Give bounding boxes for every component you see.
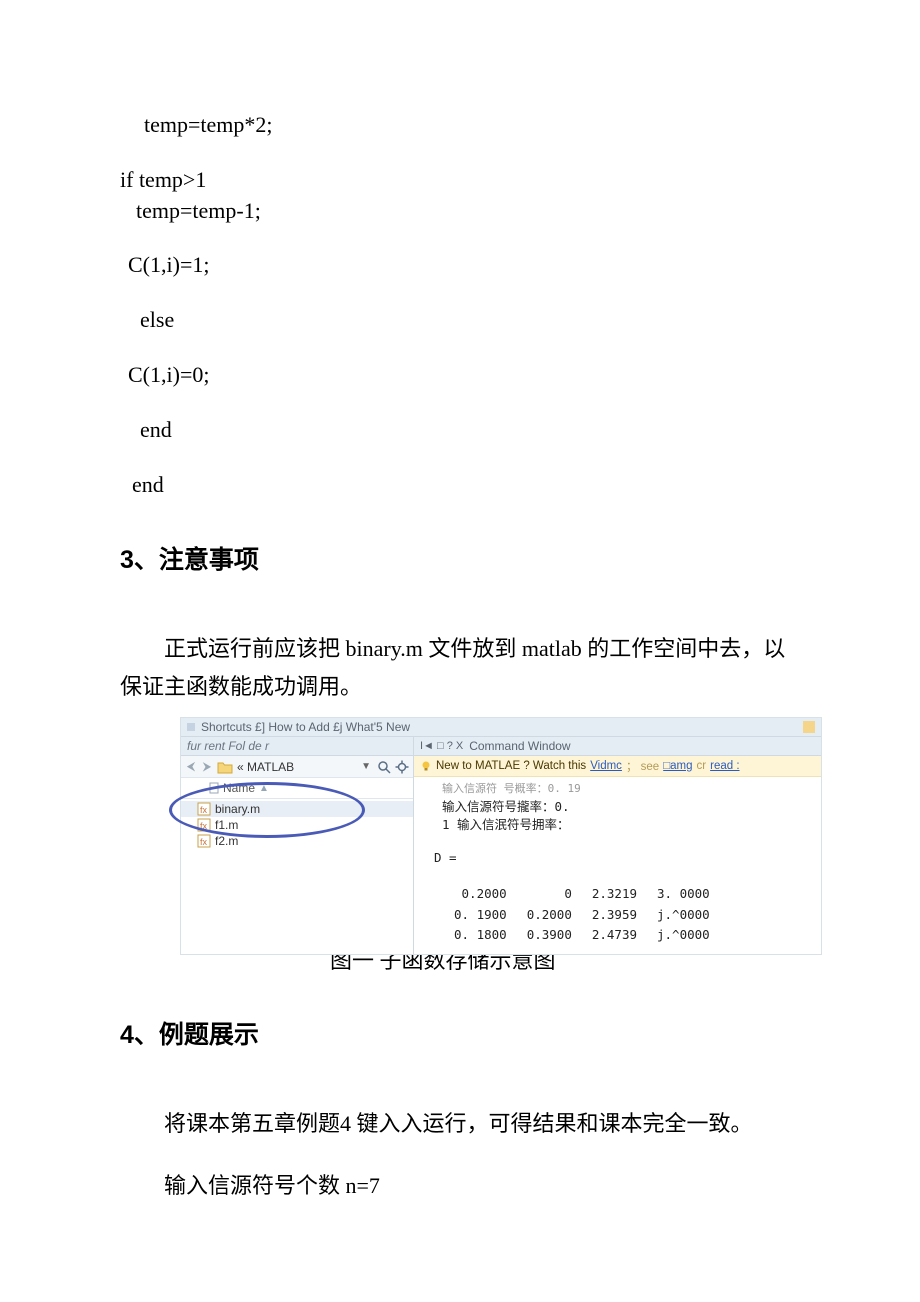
code-line: if temp>1 (120, 165, 800, 196)
cell: j.^0000 (657, 925, 730, 946)
document-page: temp=temp*2; if temp>1 temp=temp-1; C(1,… (0, 0, 920, 1296)
lightbulb-icon (420, 760, 432, 772)
code-line: C(1,i)=1; (120, 250, 800, 281)
window-controls-icon[interactable]: I◄ □ ? X (420, 740, 463, 752)
d-label: D = (434, 849, 811, 868)
m-file-icon: fx (197, 818, 211, 832)
cmd-line: 1 输入信泯符号拥率： (442, 816, 811, 835)
pane-title: fur rent Fol de r (181, 737, 413, 756)
svg-text:fx: fx (200, 821, 208, 831)
command-body[interactable]: 输入信源符 号概率：0. 19 输入信源符号攏率：0. 1 输入信泯符号拥率： … (414, 777, 821, 954)
m-file-icon: fx (197, 834, 211, 848)
heading-4: 4、例题展示 (120, 1015, 800, 1051)
cell: 0 (527, 884, 592, 905)
cell: 2.3219 (592, 884, 657, 905)
heading-3: 3、注意事项 (120, 540, 800, 576)
search-icon[interactable] (377, 760, 391, 774)
code-line: temp=temp-1; (120, 196, 800, 227)
code-line: end (120, 415, 800, 446)
chevron-down-icon[interactable]: ▼ (359, 761, 373, 772)
cmd-line: 输入信源符 号概率：0. 19 (442, 781, 811, 798)
banner-mid: ； see (626, 758, 659, 774)
code-line: temp=temp*2; (120, 110, 800, 141)
code-line: end (120, 470, 800, 501)
table-row: 0.2000 0 2.3219 3. 0000 (442, 884, 730, 905)
cell: 2.3959 (592, 905, 657, 926)
paragraph-4a: 将课本第五章例题4 键入入运行，可得结果和课本完全一致。 (120, 1105, 800, 1142)
list-item[interactable]: fx binary.m (181, 801, 413, 817)
cell: 2.4739 (592, 925, 657, 946)
cell: 0.2000 (442, 884, 527, 905)
gear-icon[interactable] (395, 760, 409, 774)
banner-link-video[interactable]: Vidmc (590, 760, 622, 772)
svg-text:fx: fx (200, 805, 208, 815)
cell: 0. 1900 (442, 905, 527, 926)
command-window-pane: I◄ □ ? X Command Window New to MATLAE ? … (414, 737, 821, 954)
command-titlebar: I◄ □ ? X Command Window (414, 737, 821, 756)
sort-up-icon: ▲ (259, 783, 269, 794)
shortcuts-extra-icon (803, 721, 815, 733)
list-item[interactable]: fx f1.m (181, 817, 413, 833)
name-column-label: Name (223, 781, 255, 795)
cell: 0.3900 (527, 925, 592, 946)
cell: 0.2000 (527, 905, 592, 926)
code-line: else (120, 305, 800, 336)
cell: 3. 0000 (657, 884, 730, 905)
paragraph-3: 正式运行前应该把 binary.m 文件放到 matlab 的工作空间中去，以保… (120, 630, 800, 705)
forward-arrow-icon[interactable]: ⮞ (201, 759, 213, 774)
banner-or: cr (697, 760, 707, 772)
welcome-banner: New to MATLAE ? Watch this Vidmc ； see □… (414, 756, 821, 777)
command-window-title: Command Window (469, 739, 570, 753)
matlab-window: Shortcuts £] How to Add £j What'5 New fu… (180, 717, 822, 955)
grip-icon (187, 723, 195, 731)
output-table: 0.2000 0 2.3219 3. 0000 0. 1900 0.2000 2… (442, 884, 730, 946)
banner-link-read[interactable]: read : (710, 760, 739, 772)
shortcuts-label: Shortcuts £] How to Add £j What'5 New (201, 720, 410, 734)
current-folder-pane: fur rent Fol de r ⮜ ⮞ « MATLAB ▼ (181, 737, 414, 954)
cmd-line: 输入信源符号攏率：0. (442, 798, 811, 817)
figure-matlab-ui: Shortcuts £] How to Add £j What'5 New fu… (180, 717, 800, 955)
cell: 0. 1800 (442, 925, 527, 946)
path-bar: ⮜ ⮞ « MATLAB ▼ (181, 756, 413, 778)
cell: j.^0000 (657, 905, 730, 926)
banner-link-demo[interactable]: □amg (663, 760, 692, 772)
path-text[interactable]: « MATLAB (237, 760, 355, 774)
paragraph-4b: 输入信源符号个数 n=7 (120, 1167, 800, 1204)
file-icon (209, 782, 219, 794)
code-line: C(1,i)=0; (120, 360, 800, 391)
svg-text:fx: fx (200, 837, 208, 847)
m-file-icon: fx (197, 802, 211, 816)
list-header[interactable]: Name ▲ (181, 778, 413, 799)
file-name: f2.m (215, 834, 238, 848)
file-name: f1.m (215, 818, 238, 832)
back-arrow-icon[interactable]: ⮜ (185, 759, 197, 774)
file-list: fx binary.m fx f1.m fx f2.m (181, 799, 413, 901)
table-row: 0. 1800 0.3900 2.4739 j.^0000 (442, 925, 730, 946)
code-block: temp=temp*2; if temp>1 temp=temp-1; C(1,… (120, 110, 800, 500)
shortcuts-bar: Shortcuts £] How to Add £j What'5 New (181, 718, 821, 737)
file-name: binary.m (215, 802, 260, 816)
folder-icon (217, 760, 233, 774)
banner-prefix: New to MATLAE ? Watch this (436, 760, 586, 772)
table-row: 0. 1900 0.2000 2.3959 j.^0000 (442, 905, 730, 926)
list-item[interactable]: fx f2.m (181, 833, 413, 849)
